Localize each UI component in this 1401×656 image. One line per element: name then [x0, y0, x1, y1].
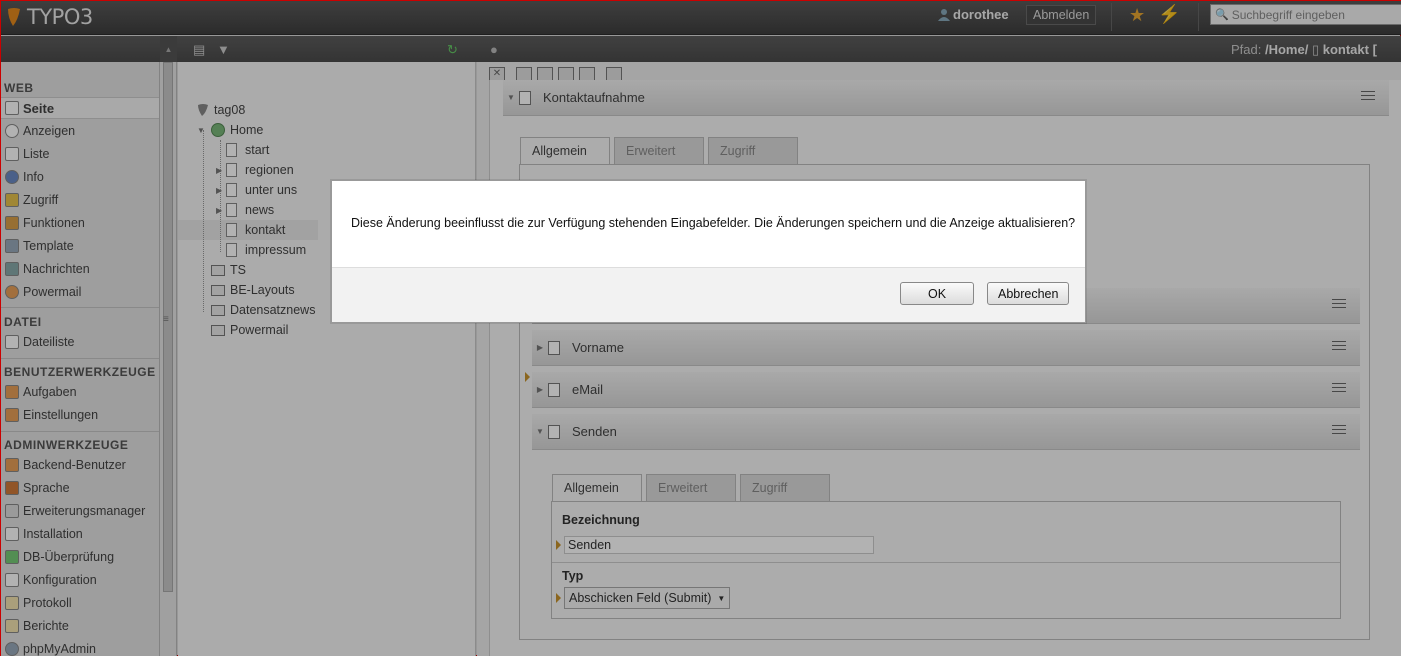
dialog-message: Diese Änderung beeinflusst die zur Verfü… — [351, 216, 1076, 230]
confirm-dialog: Diese Änderung beeinflusst die zur Verfü… — [331, 180, 1086, 323]
dialog-footer: OK Abbrechen — [332, 267, 1085, 322]
modal-overlay[interactable] — [1, 1, 1401, 656]
cancel-button[interactable]: Abbrechen — [987, 282, 1070, 305]
ok-button[interactable]: OK — [900, 282, 974, 305]
